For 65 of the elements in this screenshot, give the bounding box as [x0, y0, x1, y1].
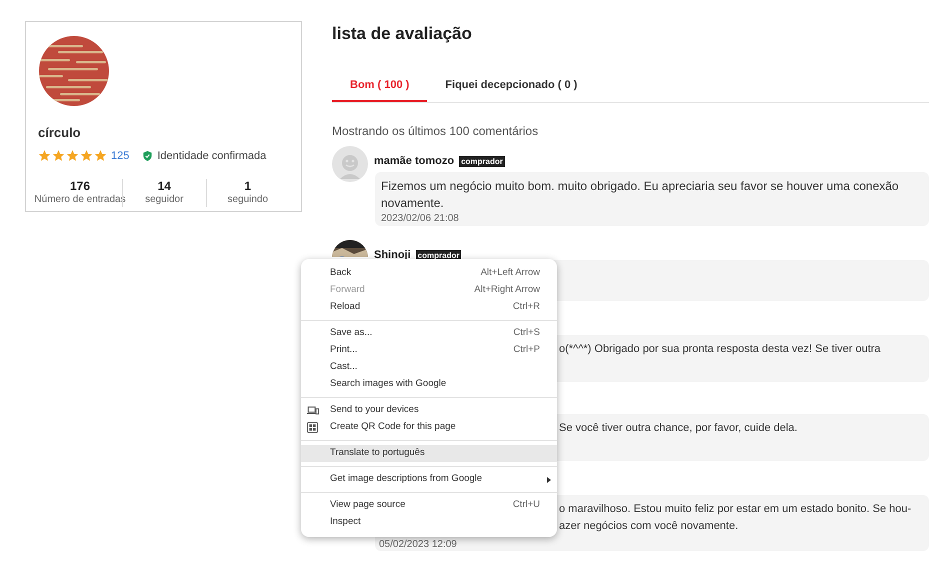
star-icon — [66, 149, 79, 162]
menu-label: View page source — [330, 498, 406, 512]
menu-item[interactable]: Back Alt+Left Arrow — [301, 265, 557, 282]
shortcut-label: Ctrl+S — [513, 326, 540, 340]
review-date: 2023/02/06 21:08 — [381, 213, 460, 225]
menu-item[interactable]: Cast... — [301, 359, 557, 376]
menu-label: Send to your devices — [330, 403, 420, 418]
stat-value: 1 — [244, 179, 252, 193]
menu-label: Search images with Google — [330, 377, 448, 392]
menu-label: Create QR Code for this page — [330, 420, 457, 434]
shortcut-label: Ctrl+U — [512, 498, 540, 512]
star-icon — [94, 149, 107, 162]
review-date: 05/02/2023 12:09 — [379, 539, 457, 551]
reviewer-name: mamãe tomozo — [374, 154, 454, 169]
stat-label: Número de entradas — [34, 193, 126, 207]
buyer-badge: comprador — [459, 156, 505, 166]
menu-label: Cast... — [330, 360, 358, 374]
menu-label: Reload — [330, 300, 362, 314]
reviewer-name: Shinoji — [374, 248, 411, 263]
tab[interactable]: Fiquei decepcionado ( 0 ) — [427, 70, 596, 102]
review-text: Fizemos um negócio muito bom. muito obrigado. Eu apreciaria seu favor se houver uma conexão novamente. — [381, 178, 900, 212]
page-title: lista de avaliação — [332, 23, 473, 45]
menu-item[interactable]: Send to your devices — [301, 402, 557, 419]
stat-value: 176 — [70, 179, 90, 193]
stat-label: seguindo — [227, 193, 268, 207]
menu-label: Get image descriptions from Google — [330, 472, 484, 486]
submenu-arrow-icon — [547, 476, 551, 482]
menu-label: Print... — [330, 343, 358, 358]
review-text: o maravilhoso. Estou muito feliz por estar em um estado bonito. Se hou- — [559, 502, 912, 517]
qr-code-icon — [307, 422, 318, 433]
menu-item[interactable]: Reload Ctrl+R — [301, 299, 557, 316]
menu-item[interactable]: Search images with Google — [301, 376, 557, 393]
star-icon — [52, 149, 65, 162]
menu-item[interactable]: Print... Ctrl+P — [301, 342, 557, 359]
shortcut-label: Alt+Left Arrow — [480, 266, 540, 280]
menu-item[interactable]: Inspect — [301, 514, 557, 531]
buyer-badge: comprador — [416, 250, 462, 260]
profile-name: círculo — [38, 124, 82, 142]
stat-value: 14 — [158, 179, 171, 193]
review-summary: Mostrando os últimos 100 comentários — [332, 123, 540, 140]
menu-item[interactable]: Get image descriptions from Google — [301, 471, 557, 488]
review-text: Se você tiver outra chance, por favor, cuide dela. — [559, 421, 798, 436]
star-icon — [38, 149, 51, 162]
devices-icon — [307, 406, 319, 415]
shortcut-label: Ctrl+R — [512, 300, 540, 314]
menu-label: Save as... — [330, 326, 374, 340]
rating-count-link[interactable]: 125 — [111, 148, 130, 164]
star-icon — [80, 149, 93, 162]
menu-label: Translate to português — [330, 446, 426, 460]
tab[interactable]: Bom ( 100 ) — [332, 70, 428, 102]
menu-label: Inspect — [330, 515, 362, 530]
default-avatar-icon — [332, 146, 368, 182]
review-text: azer negócios com você novamente. — [559, 519, 738, 534]
menu-item[interactable]: Save as... Ctrl+S — [301, 325, 557, 342]
shortcut-label: Alt+Right Arrow — [474, 283, 540, 298]
menu-item[interactable]: View page source Ctrl+U — [301, 497, 557, 514]
menu-label: Forward — [330, 283, 366, 298]
menu-item[interactable]: Translate to português — [301, 445, 557, 462]
shield-check-icon — [142, 150, 154, 162]
menu-item[interactable]: Create QR Code for this page — [301, 419, 557, 436]
stat-label: seguidor — [145, 193, 184, 207]
menu-label: Back — [330, 266, 352, 280]
shortcut-label: Ctrl+P — [513, 343, 540, 358]
review-text: o(*^^*) Obrigado por sua pronta resposta desta vez! Se tiver outra — [559, 342, 881, 357]
verified-label: Identidade confirmada — [157, 148, 266, 164]
